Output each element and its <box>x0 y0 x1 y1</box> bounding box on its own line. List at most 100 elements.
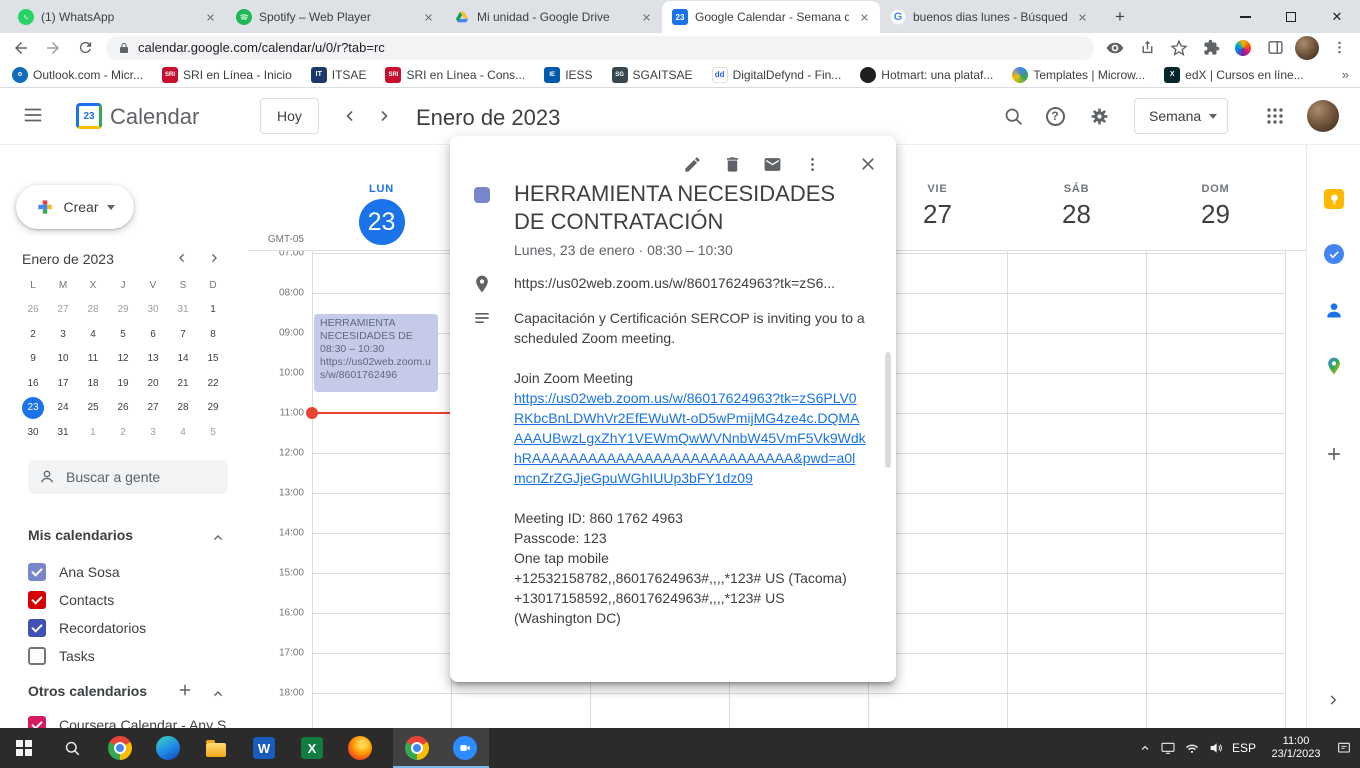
maps-icon[interactable] <box>1324 356 1344 376</box>
mini-cal-date[interactable]: 2 <box>112 421 134 443</box>
google-apps-grid-icon[interactable] <box>1261 102 1289 130</box>
collapse-other-calendars-icon[interactable] <box>210 686 226 702</box>
taskbar-excel-icon[interactable]: X <box>288 728 336 768</box>
bookmark-edx[interactable]: XedX | Cursos en líne... <box>1164 67 1304 83</box>
day-header-number[interactable]: 29 <box>1146 199 1285 230</box>
bookmark-iess[interactable]: IEIESS <box>544 67 592 83</box>
get-add-ons-plus-icon[interactable] <box>1324 444 1344 464</box>
bookmark-hotmart[interactable]: Hotmart: una plataf... <box>860 67 993 83</box>
tab-drive[interactable]: Mi unidad - Google Drive <box>444 1 662 33</box>
close-modal-icon[interactable] <box>852 148 884 180</box>
day-header-number-today[interactable]: 23 <box>312 199 451 245</box>
back-icon[interactable] <box>6 35 36 61</box>
account-avatar[interactable] <box>1307 100 1339 132</box>
profile-avatar[interactable] <box>1292 35 1322 61</box>
share-icon[interactable] <box>1132 35 1162 61</box>
forward-icon[interactable] <box>38 35 68 61</box>
bookmark-star-icon[interactable] <box>1164 35 1194 61</box>
mini-cal-date[interactable]: 20 <box>142 372 164 394</box>
zoom-join-link[interactable]: https://us02web.zoom.us/w/86017624963?tk… <box>514 388 866 488</box>
close-tab-icon[interactable] <box>1074 9 1090 25</box>
calendar-item-recordatorios[interactable]: Recordatorios <box>0 614 248 642</box>
settings-gear-icon[interactable] <box>1085 102 1113 130</box>
close-tab-icon[interactable] <box>856 9 872 25</box>
collapse-my-calendars-icon[interactable] <box>210 530 226 546</box>
mini-cal-date[interactable]: 13 <box>142 348 164 370</box>
bookmark-sgaitsae[interactable]: SGSGAITSAE <box>612 67 693 83</box>
bookmark-sri-consultas[interactable]: SRISRI en Línea - Cons... <box>385 67 525 83</box>
mini-cal-date[interactable]: 5 <box>112 323 134 345</box>
event-location[interactable]: https://us02web.zoom.us/w/86017624963?tk… <box>514 274 851 294</box>
panel-collapse-chevron-icon[interactable] <box>1324 691 1342 709</box>
search-people-input[interactable]: Buscar a gente <box>28 460 228 494</box>
start-button[interactable] <box>0 728 48 768</box>
create-button[interactable]: Crear <box>16 185 134 229</box>
delete-trash-icon[interactable] <box>716 148 748 180</box>
eye-icon[interactable] <box>1100 35 1130 61</box>
checkbox-checked[interactable] <box>28 716 46 728</box>
checkbox-checked[interactable] <box>28 591 46 609</box>
mini-cal-date[interactable]: 6 <box>142 323 164 345</box>
browser-menu-kebab-icon[interactable] <box>1324 35 1354 61</box>
mini-cal-next-icon[interactable] <box>206 250 222 266</box>
close-tab-icon[interactable] <box>202 9 218 25</box>
edit-pencil-icon[interactable] <box>676 148 708 180</box>
tab-google-search[interactable]: G buenos dias lunes - Búsqued <box>880 1 1098 33</box>
more-options-kebab-icon[interactable] <box>796 148 828 180</box>
hamburger-menu-icon[interactable] <box>22 104 44 126</box>
mini-cal-date[interactable]: 28 <box>172 397 194 419</box>
taskbar-chrome-active-icon[interactable] <box>393 728 441 768</box>
mini-cal-date[interactable]: 28 <box>82 299 104 321</box>
mini-cal-date[interactable]: 27 <box>142 397 164 419</box>
add-other-calendar-icon[interactable] <box>176 681 194 699</box>
maximize-icon[interactable] <box>1268 0 1314 33</box>
mini-cal-date[interactable]: 30 <box>142 299 164 321</box>
checkbox-unchecked[interactable] <box>28 647 46 665</box>
search-icon[interactable] <box>999 102 1027 130</box>
mini-cal-date[interactable]: 31 <box>52 421 74 443</box>
mini-cal-date[interactable]: 21 <box>172 372 194 394</box>
calendar-item-tasks[interactable]: Tasks <box>0 642 248 670</box>
event-block-herramienta[interactable]: HERRAMIENTA NECESIDADES DE 08:30 – 10:30… <box>314 314 438 392</box>
mini-cal-prev-icon[interactable] <box>174 250 190 266</box>
mini-cal-date[interactable]: 27 <box>52 299 74 321</box>
mini-cal-date[interactable]: 15 <box>202 348 224 370</box>
mini-cal-date[interactable]: 7 <box>172 323 194 345</box>
mini-cal-date[interactable]: 10 <box>52 348 74 370</box>
bookmark-outlook[interactable]: oOutlook.com - Micr... <box>12 67 143 83</box>
tab-google-calendar[interactable]: 23 Google Calendar - Semana d <box>662 1 880 33</box>
bookmark-itsae[interactable]: ITITSAE <box>311 67 367 83</box>
contacts-icon[interactable] <box>1324 300 1344 320</box>
taskbar-search-icon[interactable] <box>48 728 96 768</box>
mini-cal-date[interactable]: 4 <box>172 421 194 443</box>
mini-cal-date[interactable]: 3 <box>52 323 74 345</box>
taskbar-edge-icon[interactable] <box>144 728 192 768</box>
mini-cal-date[interactable]: 4 <box>82 323 104 345</box>
tasks-icon[interactable] <box>1324 244 1344 264</box>
close-tab-icon[interactable] <box>420 9 436 25</box>
next-week-icon[interactable] <box>374 106 394 126</box>
calendar-item-contacts[interactable]: Contacts <box>0 586 248 614</box>
side-panel-icon[interactable] <box>1260 35 1290 61</box>
bookmarks-overflow-icon[interactable]: » <box>1342 67 1348 82</box>
mini-cal-date[interactable]: 24 <box>52 397 74 419</box>
tab-spotify[interactable]: Spotify – Web Player <box>226 1 444 33</box>
taskbar-firefox-icon[interactable] <box>336 728 384 768</box>
mini-cal-date[interactable]: 9 <box>22 348 44 370</box>
extension-badge-icon[interactable] <box>1228 35 1258 61</box>
view-selector[interactable]: Semana <box>1134 98 1228 134</box>
taskbar-file-explorer-icon[interactable] <box>192 728 240 768</box>
mini-cal-date[interactable]: 26 <box>22 299 44 321</box>
taskbar-zoom-icon[interactable] <box>441 728 489 768</box>
reload-icon[interactable] <box>70 35 100 61</box>
bookmark-sri-inicio[interactable]: SRISRI en Línea - Inicio <box>162 67 292 83</box>
mini-cal-date[interactable]: 1 <box>82 421 104 443</box>
close-tab-icon[interactable] <box>638 9 654 25</box>
action-center-icon[interactable] <box>1336 740 1352 756</box>
modal-scrollbar[interactable] <box>885 352 891 468</box>
taskbar-chrome-icon[interactable] <box>96 728 144 768</box>
checkbox-checked[interactable] <box>28 563 46 581</box>
taskbar-word-icon[interactable]: W <box>240 728 288 768</box>
mini-cal-date[interactable]: 29 <box>202 397 224 419</box>
mini-cal-date[interactable]: 5 <box>202 421 224 443</box>
